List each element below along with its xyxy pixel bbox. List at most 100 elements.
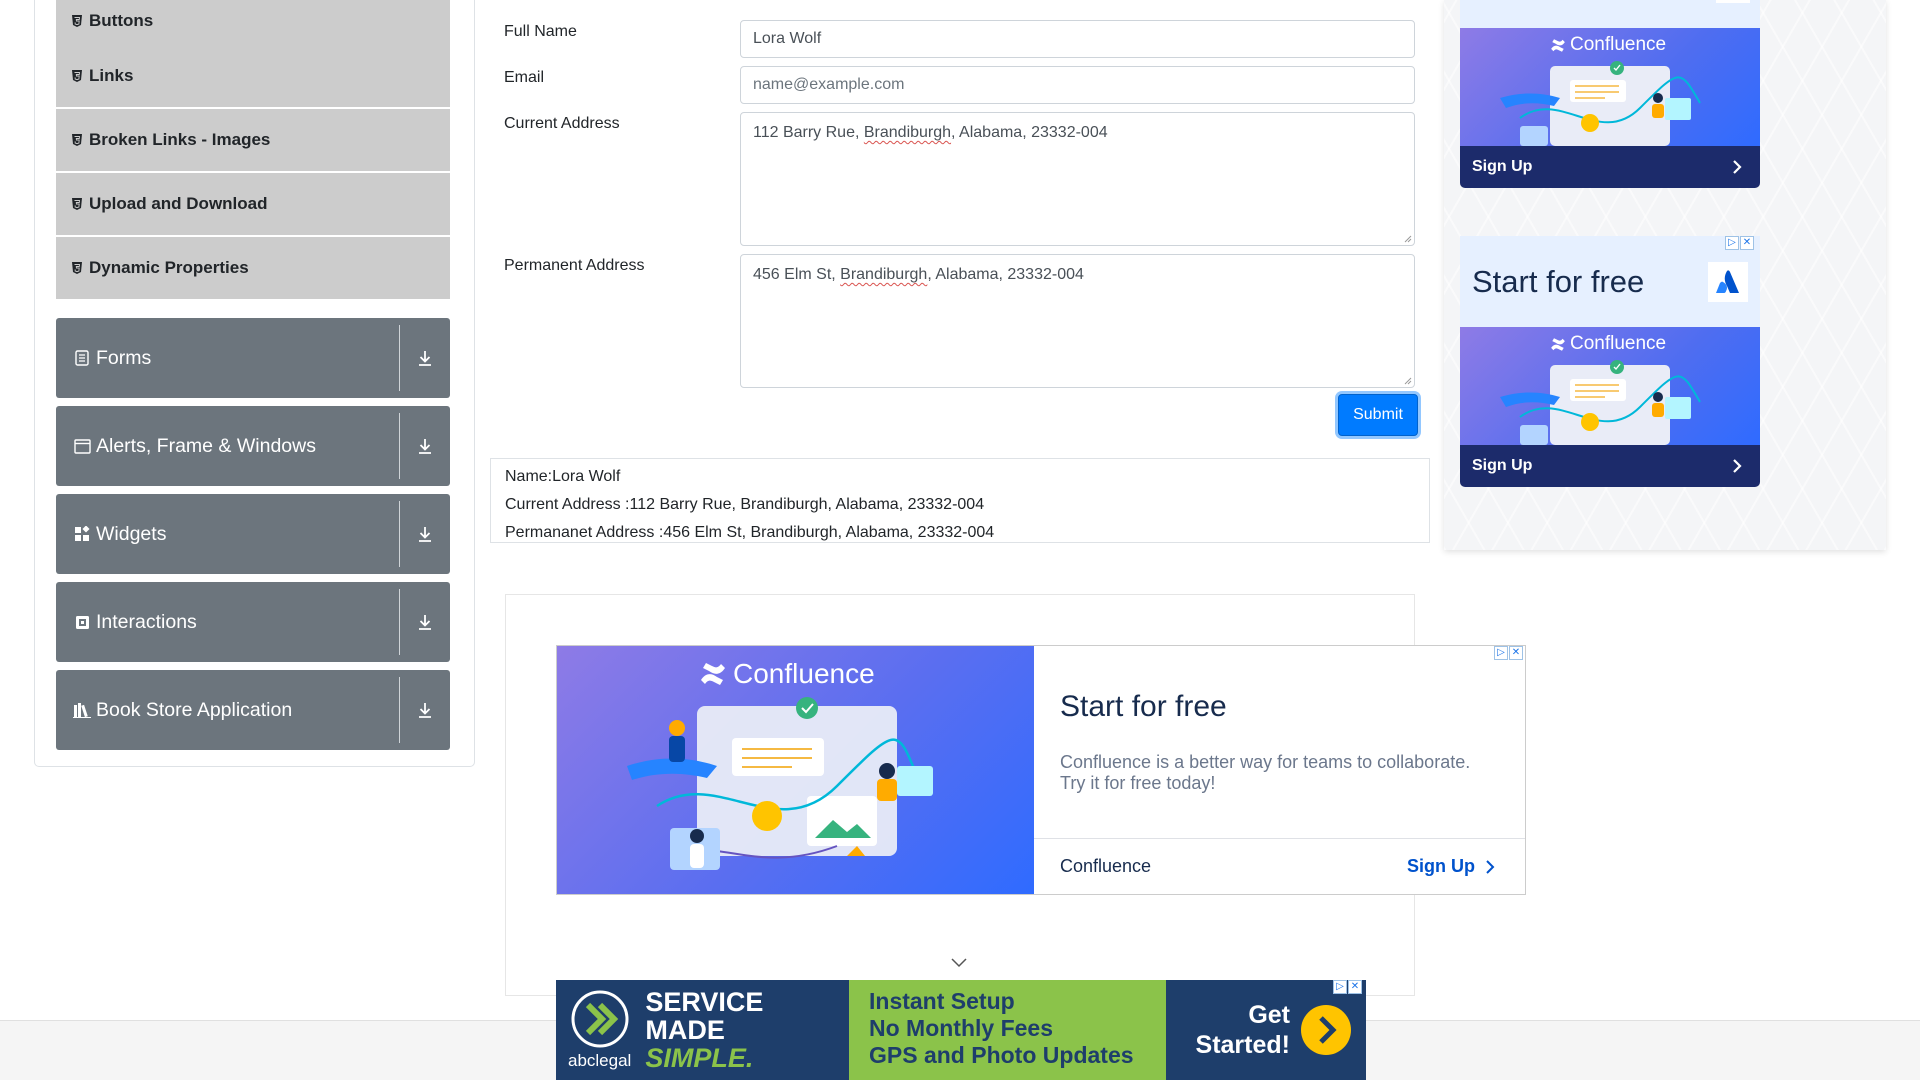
chevron-down-icon[interactable] (951, 958, 967, 968)
left-sidebar: Buttons Links Broken Links - Images Uplo… (34, 0, 475, 767)
permanent-address-textarea[interactable]: 456 Elm St, Brandiburgh, Alabama, 23332-… (740, 254, 1415, 388)
slogan-line: SERVICE (645, 987, 764, 1017)
right-ad-1[interactable]: Confluence Sign Up (1460, 28, 1760, 188)
ad-choices[interactable]: ▷ ✕ (1725, 236, 1754, 250)
email-placeholder: name@example.com (753, 76, 905, 93)
resize-handle-icon[interactable] (1402, 233, 1412, 243)
form-icon (72, 350, 92, 366)
spellcheck-word: Brandiburgh (863, 124, 952, 141)
abclegal-banner-ad[interactable]: abclegal SERVICE MADE SIMPLE. Instant Se… (556, 980, 1366, 1080)
sidebar-item-label: Links (89, 66, 134, 85)
arrow-circle-icon[interactable] (1300, 1004, 1352, 1056)
books-icon (72, 702, 92, 718)
ad-signup-link[interactable]: Sign Up (1407, 856, 1495, 877)
slogan-line: SIMPLE. (645, 1043, 754, 1073)
output-name: Name:Lora Wolf (505, 468, 621, 485)
sidebar-group-book-store[interactable]: Book Store Application (56, 670, 450, 750)
abclegal-logo-icon (571, 990, 629, 1048)
html5-icon (71, 134, 83, 146)
current-address-textarea[interactable]: 112 Barry Rue, Brandiburgh, Alabama, 233… (740, 112, 1415, 246)
download-icon[interactable] (416, 613, 434, 631)
right-ad-2[interactable]: Start for free Confluence Sign Up (1460, 236, 1760, 487)
ad-strip (1460, 0, 1760, 28)
separator (399, 501, 400, 567)
chevron-right-icon (1733, 459, 1742, 473)
widgets-icon (72, 526, 92, 542)
adchoices-icon[interactable]: ▷ (1494, 646, 1508, 660)
banner-slogan: SERVICE MADE SIMPLE. (645, 988, 763, 1072)
atlassian-logo-icon (1708, 261, 1748, 302)
email-input[interactable]: name@example.com (740, 66, 1415, 104)
output-current-address: Current Address :112 Barry Rue, Brandibu… (505, 496, 985, 513)
sidebar-group-label: Alerts, Frame & Windows (96, 434, 316, 457)
ad-artwork-icon (627, 697, 933, 870)
download-icon[interactable] (416, 701, 434, 719)
download-icon[interactable] (416, 349, 434, 367)
sidebar-group-label: Interactions (96, 610, 197, 633)
ad-artwork-icon (1500, 61, 1701, 146)
address-part: 456 Elm St, (753, 266, 841, 283)
abclegal-logo: abclegal (568, 989, 631, 1071)
ad-signup-text: Sign Up (1472, 457, 1533, 474)
adchoices-icon[interactable]: ▷ (1725, 236, 1739, 250)
resize-handle-icon[interactable] (1402, 375, 1412, 385)
sidebar-item-links[interactable]: Links (56, 45, 450, 107)
sidebar-item-broken-links[interactable]: Broken Links - Images (56, 109, 450, 171)
confluence-ad[interactable]: Confluence Start for free Confluence is … (556, 645, 1526, 895)
ad-title: Start for free (1060, 690, 1227, 723)
close-icon[interactable]: ✕ (1348, 980, 1362, 994)
ad-header: Start for free (1460, 236, 1760, 327)
sidebar-group-forms[interactable]: Forms (56, 318, 450, 398)
address-part: 112 Barry Rue, (753, 124, 864, 141)
ad-divider (1034, 838, 1525, 839)
html5-icon (71, 262, 83, 274)
ad-strip-tab (1716, 0, 1750, 3)
separator (399, 677, 400, 743)
interactions-icon (72, 615, 92, 630)
banner-cta: Get Started! (1196, 1000, 1290, 1060)
sidebar-group-widgets[interactable]: Widgets (56, 494, 450, 574)
ad-illustration: Confluence (1460, 28, 1760, 146)
ad-signup-bar[interactable]: Sign Up (1460, 146, 1760, 188)
separator (399, 589, 400, 655)
output-permanent-address: Permananet Address :456 Elm St, Brandibu… (505, 524, 995, 541)
ad-illustration: Confluence (557, 646, 1034, 894)
full-name-label: Full Name (504, 23, 577, 40)
ad-signup-bar[interactable]: Sign Up (1460, 445, 1760, 487)
adchoices-icon[interactable]: ▷ (1333, 980, 1347, 994)
sidebar-item-label: Upload and Download (89, 194, 268, 213)
email-label: Email (504, 69, 545, 86)
full-name-input[interactable]: Lora Wolf (740, 20, 1415, 58)
cta-line: Get (1248, 1001, 1290, 1029)
ad-choices[interactable]: ▷ ✕ (1333, 980, 1362, 994)
sidebar-group-interactions[interactable]: Interactions (56, 582, 450, 662)
ad-body: Confluence is a better way for teams to … (1060, 752, 1471, 793)
html5-icon (71, 198, 83, 210)
banner-feature: No Monthly Fees (869, 1015, 1054, 1041)
download-icon[interactable] (416, 525, 434, 543)
separator (399, 413, 400, 479)
ad-signup-text: Sign Up (1407, 856, 1475, 876)
spellcheck-word: Brandiburgh (840, 266, 928, 283)
full-name-value: Lora Wolf (753, 30, 822, 47)
sidebar-item-label: Broken Links - Images (89, 130, 271, 149)
sidebar-group-label: Book Store Application (96, 698, 293, 721)
download-icon[interactable] (416, 437, 434, 455)
page: Buttons Links Broken Links - Images Uplo… (0, 0, 1920, 1080)
close-icon[interactable]: ✕ (1509, 646, 1523, 660)
close-icon[interactable]: ✕ (1740, 236, 1754, 250)
ad-artwork-icon (1500, 360, 1701, 445)
banner-right[interactable]: Get Started! (1166, 980, 1366, 1080)
ad-choices[interactable]: ▷ ✕ (1494, 646, 1523, 660)
sidebar-item-upload-download[interactable]: Upload and Download (56, 173, 450, 235)
separator (399, 325, 400, 391)
submit-button[interactable]: Submit (1338, 394, 1418, 436)
permanent-address-label: Permanent Address (504, 257, 645, 274)
sidebar-group-label: Forms (96, 346, 152, 369)
sidebar-item-dynamic-properties[interactable]: Dynamic Properties (56, 237, 450, 299)
ad-headline: Start for free (1472, 263, 1645, 299)
chevron-right-icon (1486, 859, 1495, 874)
sidebar-group-alerts[interactable]: Alerts, Frame & Windows (56, 406, 450, 486)
chevron-right-icon (1733, 160, 1742, 174)
current-address-label: Current Address (504, 115, 620, 132)
